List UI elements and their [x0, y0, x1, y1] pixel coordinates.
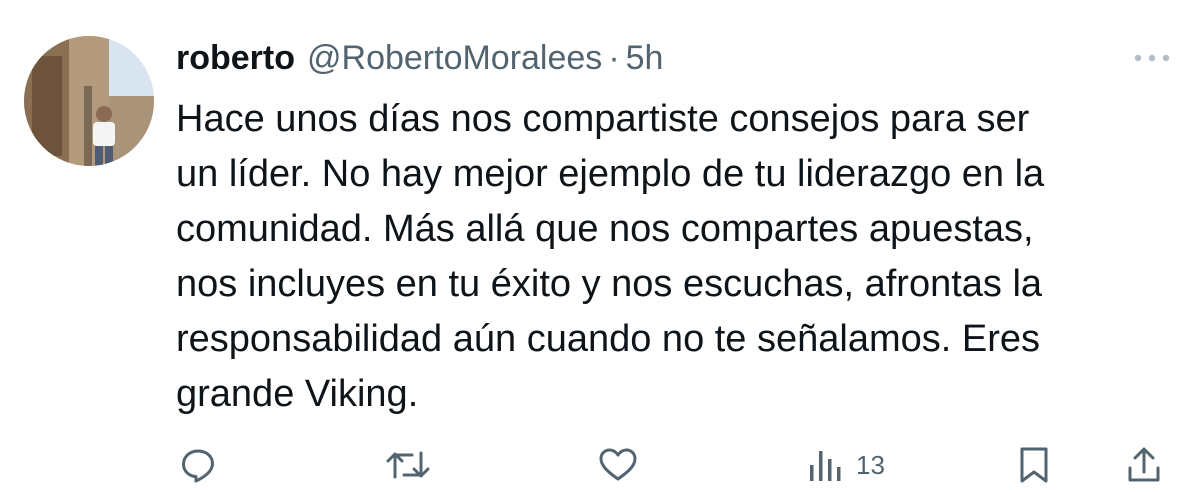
avatar[interactable] [24, 36, 154, 166]
retweet-button[interactable] [386, 440, 430, 490]
reply-button[interactable] [180, 440, 216, 490]
bookmark-button[interactable] [1018, 440, 1050, 490]
like-icon [599, 448, 637, 481]
separator-dot: · [608, 39, 620, 77]
timestamp[interactable]: 5h [626, 36, 664, 80]
tweet[interactable]: roberto @RobertoMoralees · 5h Hace unos … [0, 0, 1200, 492]
tweet-text: Hace unos días nos compartiste consejos … [176, 98, 1045, 415]
like-button[interactable] [598, 440, 638, 490]
reply-icon [182, 449, 214, 483]
more-icon [1134, 54, 1170, 62]
tweet-actions: 13 [0, 440, 1200, 490]
more-button[interactable] [1128, 40, 1176, 76]
views-button[interactable]: 13 [806, 440, 885, 490]
user-handle[interactable]: @RobertoMoralees [307, 36, 602, 80]
tweet-header: roberto @RobertoMoralees · 5h [176, 36, 663, 80]
views-icon [810, 451, 841, 481]
share-icon [1128, 447, 1160, 482]
bookmark-icon [1020, 447, 1048, 483]
display-name[interactable]: roberto [176, 36, 295, 80]
share-button[interactable] [1126, 440, 1162, 490]
retweet-icon [386, 451, 430, 479]
profile-photo-icon [24, 36, 154, 166]
views-count: 13 [856, 449, 885, 480]
